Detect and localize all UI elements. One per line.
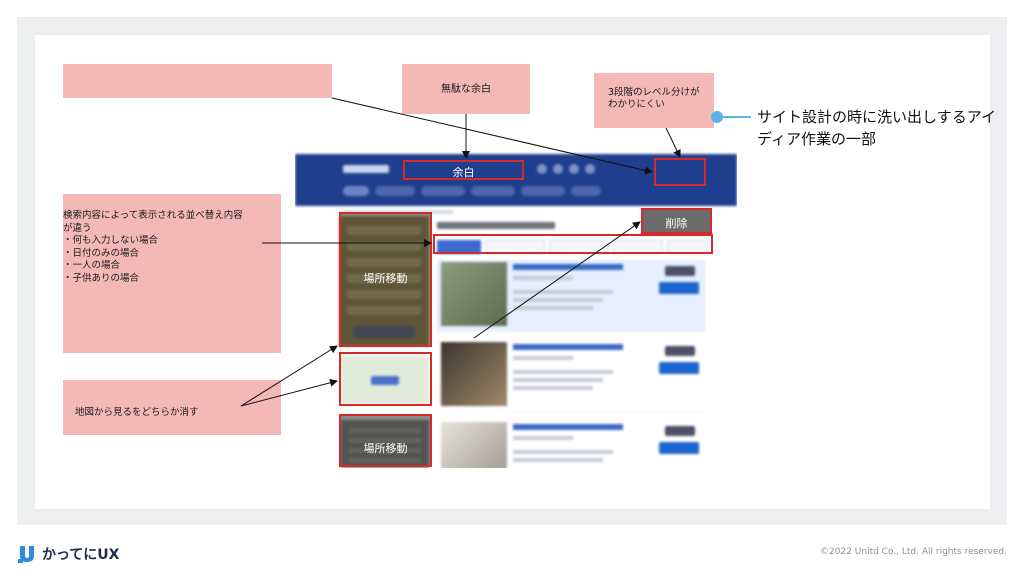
arrow-to-map-a (240, 345, 338, 407)
arrow-to-delete (473, 221, 641, 339)
arrow-to-map-b (240, 378, 338, 407)
brand-name: かってにUX (42, 547, 120, 563)
side-note: サイト設計の時に洗い出しするアイディア作業の一部 (757, 108, 996, 148)
brand-mark-icon (18, 546, 34, 563)
annotation-arrows (240, 97, 681, 407)
arrow-to-account (331, 97, 653, 175)
copyright: ©2022 Unitd Co., Ltd. All rights reserve… (820, 547, 1007, 557)
arrow-to-account-level (665, 127, 681, 158)
side-note-connector (721, 116, 751, 118)
brand-logo: かってにUX (18, 544, 119, 564)
slide: 無駄な余白 3段階のレベル分けが わかりにくい 検索内容によって表示される並べ替… (0, 0, 1024, 580)
